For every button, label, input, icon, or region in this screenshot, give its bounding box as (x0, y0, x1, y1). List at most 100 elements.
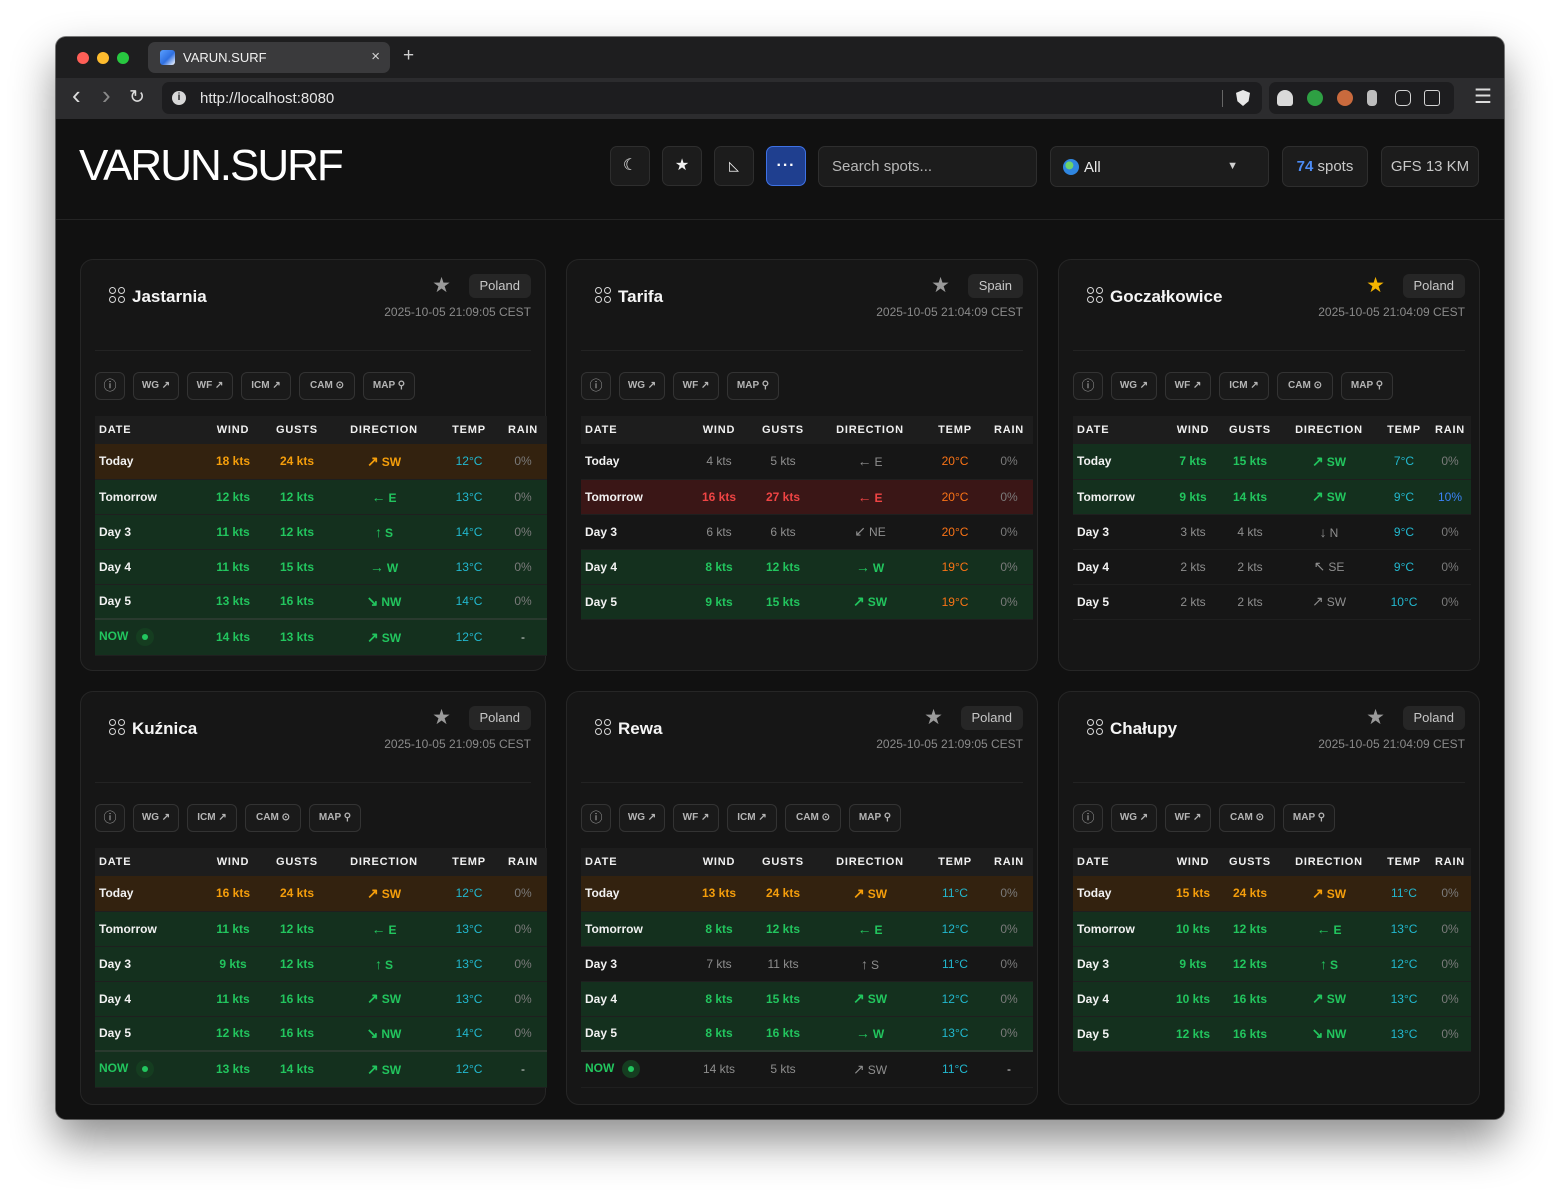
avatar-extension-icon[interactable] (1337, 90, 1353, 106)
temp-cell: 13°C (439, 946, 499, 982)
forward-icon[interactable]: › (102, 82, 111, 108)
camera-link[interactable]: CAM ⊙ (785, 804, 841, 832)
spot-name[interactable]: Jastarnia (132, 287, 207, 307)
more-options-button[interactable]: ··· (766, 146, 806, 186)
icm-link[interactable]: ICM ↗ (727, 804, 777, 832)
minimize-window-button[interactable] (97, 52, 109, 64)
trash-extension-icon[interactable] (1367, 90, 1377, 106)
favorite-star-icon[interactable]: ★ (432, 274, 451, 298)
icm-link[interactable]: ICM ↗ (1219, 372, 1269, 400)
country-select[interactable]: All ▼ (1050, 146, 1269, 187)
column-header: GUSTS (265, 848, 329, 876)
drag-handle-icon[interactable] (109, 287, 126, 304)
info-button[interactable]: ⓘ (1073, 804, 1103, 832)
camera-link[interactable]: CAM ⊙ (245, 804, 301, 832)
wind-cell: 11 kts (201, 911, 265, 947)
camera-link[interactable]: CAM ⊙ (299, 372, 355, 400)
reader-icon[interactable] (1424, 90, 1440, 106)
windfinder-link[interactable]: WF ↗ (673, 804, 719, 832)
table-header-row: DATE WIND GUSTS DIRECTION TEMP RAIN (1073, 416, 1471, 444)
spot-name[interactable]: Goczałkowice (1110, 287, 1222, 307)
favorite-star-icon[interactable]: ★ (931, 274, 950, 298)
drag-handle-icon[interactable] (595, 287, 612, 304)
camera-link[interactable]: CAM ⊙ (1219, 804, 1275, 832)
windguru-link[interactable]: WG ↗ (133, 804, 179, 832)
search-input[interactable] (818, 146, 1037, 187)
app-logo[interactable]: VARUN.SURF (79, 141, 344, 191)
direction-label: SW (1326, 454, 1347, 469)
favorite-star-icon[interactable]: ★ (1366, 706, 1385, 730)
info-button[interactable]: ⓘ (1073, 372, 1103, 400)
row-date-label: Today (585, 886, 620, 901)
browser-menu-icon[interactable]: ☰ (1474, 86, 1492, 108)
windfinder-link[interactable]: WF ↗ (1165, 804, 1211, 832)
row-date-label: Tomorrow (1077, 489, 1135, 504)
direction-cell: ← E (329, 479, 439, 515)
windguru-link[interactable]: WG ↗ (1111, 372, 1157, 400)
spot-name[interactable]: Kuźnica (132, 719, 197, 739)
puzzle-icon[interactable] (1395, 90, 1411, 106)
windfinder-link[interactable]: WF ↗ (187, 372, 233, 400)
windguru-link[interactable]: WG ↗ (1111, 804, 1157, 832)
info-button[interactable]: ⓘ (581, 804, 611, 832)
close-window-button[interactable] (77, 52, 89, 64)
camera-link[interactable]: CAM ⊙ (1277, 372, 1333, 400)
zoom-window-button[interactable] (117, 52, 129, 64)
map-link[interactable]: MAP ⚲ (1283, 804, 1335, 832)
map-link[interactable]: MAP ⚲ (363, 372, 415, 400)
address-bar[interactable]: i http://localhost:8080 (162, 82, 1262, 114)
row-date-label: Day 3 (585, 524, 618, 539)
back-icon[interactable]: ‹ (72, 82, 81, 108)
now-row: NOW 14 kts 13 kts ↗ SW 12°C - (95, 618, 547, 656)
windguru-link[interactable]: WG ↗ (619, 804, 665, 832)
icm-link[interactable]: ICM ↗ (187, 804, 237, 832)
map-link[interactable]: MAP ⚲ (1341, 372, 1393, 400)
site-info-icon[interactable]: i (172, 91, 186, 105)
column-header: RAIN (499, 416, 547, 444)
green-extension-icon[interactable] (1307, 90, 1323, 106)
info-button[interactable]: ⓘ (95, 372, 125, 400)
icm-link[interactable]: ICM ↗ (241, 372, 291, 400)
browser-tab[interactable]: VARUN.SURF × (148, 42, 390, 73)
gusts-cell: 4 kts (1221, 514, 1279, 550)
column-header: TEMP (1379, 848, 1429, 876)
spot-name[interactable]: Tarifa (618, 287, 663, 307)
forecast-model-button[interactable]: GFS 13 KM (1381, 146, 1479, 187)
drag-handle-icon[interactable] (1087, 719, 1104, 736)
live-indicator-icon (136, 628, 155, 647)
sort-button[interactable]: ◺ (714, 146, 754, 186)
map-link[interactable]: MAP ⚲ (309, 804, 361, 832)
cloud-extension-icon[interactable] (1277, 90, 1293, 106)
favorite-star-icon[interactable]: ★ (1366, 274, 1385, 298)
map-link[interactable]: MAP ⚲ (727, 372, 779, 400)
windfinder-link[interactable]: WF ↗ (673, 372, 719, 400)
info-button[interactable]: ⓘ (95, 804, 125, 832)
spot-name[interactable]: Chałupy (1110, 719, 1177, 739)
windfinder-link[interactable]: WF ↗ (1165, 372, 1211, 400)
rain-cell: 0% (1429, 1016, 1471, 1052)
theme-toggle-button[interactable]: ☾ (610, 146, 650, 186)
info-button[interactable]: ⓘ (581, 372, 611, 400)
windguru-link[interactable]: WG ↗ (619, 372, 665, 400)
favorite-star-icon[interactable]: ★ (432, 706, 451, 730)
drag-handle-icon[interactable] (109, 719, 126, 736)
updated-timestamp: 2025-10-05 21:04:09 CEST (1318, 737, 1465, 751)
temp-cell: 12°C (925, 911, 985, 947)
drag-handle-icon[interactable] (595, 719, 612, 736)
row-date-label: NOW (99, 629, 129, 644)
windguru-link[interactable]: WG ↗ (133, 372, 179, 400)
drag-handle-icon[interactable] (1087, 287, 1104, 304)
shield-icon[interactable] (1236, 90, 1250, 106)
url-text[interactable]: http://localhost:8080 (200, 90, 334, 107)
favorite-star-icon[interactable]: ★ (924, 706, 943, 730)
new-tab-icon[interactable]: + (403, 45, 414, 67)
gusts-cell: 16 kts (751, 1016, 815, 1052)
wind-direction-arrow-icon: ↘ (1311, 1025, 1324, 1041)
reload-icon[interactable]: ↻ (129, 87, 145, 109)
spot-name[interactable]: Rewa (618, 719, 662, 739)
tab-close-icon[interactable]: × (371, 48, 380, 65)
temp-cell: 14°C (439, 584, 499, 620)
favorites-filter-button[interactable]: ★ (662, 146, 702, 186)
forecast-row: Tomorrow 16 kts 27 kts ← E 20°C 0% (581, 479, 1033, 515)
map-link[interactable]: MAP ⚲ (849, 804, 901, 832)
